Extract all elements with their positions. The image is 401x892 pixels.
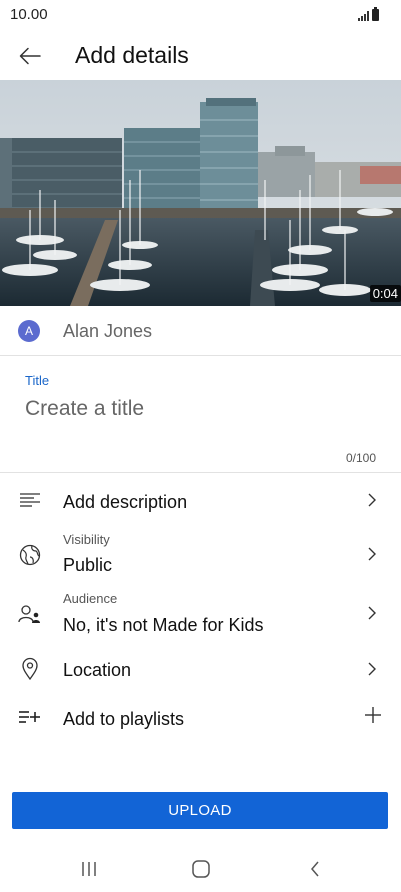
channel-name: Alan Jones — [63, 321, 153, 341]
video-duration: 0:04 — [369, 285, 401, 302]
video-frame — [0, 80, 401, 306]
location-pin-icon — [18, 657, 42, 681]
chevron-right-icon — [365, 544, 379, 564]
description-icon — [18, 488, 42, 512]
system-nav-bar — [0, 846, 401, 892]
location-label: Location — [63, 660, 132, 680]
chevron-right-icon — [365, 603, 379, 623]
visibility-sublabel: Visibility — [63, 532, 110, 547]
location-row[interactable]: Location — [0, 645, 401, 695]
audience-value: No, it's not Made for Kids — [63, 615, 264, 635]
signal-icon — [358, 11, 369, 21]
back-arrow-icon — [19, 47, 41, 65]
visibility-value: Public — [63, 555, 113, 575]
status-icons — [358, 7, 379, 21]
page-title: Add details — [75, 42, 189, 68]
audience-icon — [18, 602, 42, 626]
audience-row[interactable]: Audience No, it's not Made for Kids — [0, 585, 401, 641]
chevron-right-icon — [365, 659, 379, 679]
playlist-add-icon — [18, 705, 42, 729]
video-thumbnail[interactable]: 0:04 — [0, 80, 401, 306]
add-to-playlists-label: Add to playlists — [63, 709, 185, 729]
back-nav-button[interactable] — [295, 854, 335, 884]
recent-apps-button[interactable] — [69, 854, 109, 884]
home-icon — [192, 860, 210, 878]
add-description-label: Add description — [63, 492, 188, 512]
recent-apps-icon — [82, 862, 96, 876]
title-input[interactable] — [25, 393, 365, 425]
title-field: Title 0/100 — [0, 357, 401, 473]
add-description-row[interactable]: Add description — [0, 474, 401, 526]
back-nav-icon — [311, 861, 319, 877]
title-char-counter: 0/100 — [345, 451, 376, 465]
plus-icon — [363, 705, 383, 725]
status-time: 10.00 — [10, 6, 48, 23]
status-bar: 10.00 — [0, 0, 401, 32]
channel-row: A Alan Jones — [0, 306, 401, 356]
home-button[interactable] — [181, 854, 221, 884]
app-bar: Add details — [0, 32, 401, 80]
back-button[interactable] — [12, 38, 48, 74]
upload-button[interactable]: UPLOAD — [12, 792, 388, 829]
globe-icon — [18, 543, 42, 567]
audience-sublabel: Audience — [63, 591, 118, 606]
add-details-screen: 10.00 Add details 0:04 A Alan Jones Titl… — [0, 0, 401, 892]
battery-icon — [372, 7, 379, 21]
chevron-right-icon — [365, 490, 379, 510]
visibility-row[interactable]: Visibility Public — [0, 526, 401, 582]
avatar: A — [18, 320, 40, 342]
add-to-playlists-row[interactable]: Add to playlists — [0, 697, 401, 741]
title-label: Title — [25, 373, 50, 388]
